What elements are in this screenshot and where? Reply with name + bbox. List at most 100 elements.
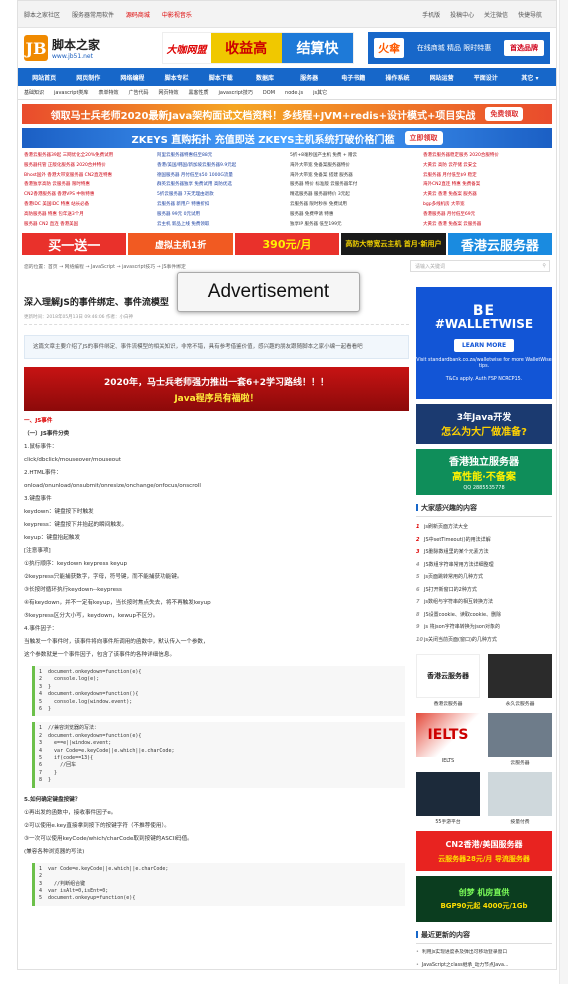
nav-item[interactable]: 网络编程 xyxy=(110,73,154,82)
sponsor-link[interactable]: bgp多线机房 大带宽 xyxy=(423,201,550,210)
ad-tile[interactable]: 买一送一 xyxy=(22,233,127,256)
sponsor-link[interactable]: 高防服务器 特惠 包年送3个月 xyxy=(24,211,151,220)
hot-list-item[interactable]: 5 js页面跳转常用的几种方式 xyxy=(416,571,552,584)
sidebar-ad-java[interactable]: 3年Java开发 怎么为大厂做准备? xyxy=(416,404,552,444)
thumb-item[interactable]: IELTS IELTS xyxy=(416,713,480,766)
sponsor-link[interactable]: 服务器 CN2 直连 香港美国 xyxy=(24,221,151,230)
submit-link[interactable]: 投稿中心 xyxy=(450,12,474,19)
subnav-item[interactable]: js其它 xyxy=(313,89,327,96)
top-link[interactable]: 服务器常用软件 xyxy=(72,12,114,19)
nav-item[interactable]: 数据库 xyxy=(243,73,287,82)
ad-button[interactable]: 免费领取 xyxy=(485,107,524,121)
hot-list-item[interactable]: 8 JS设置cookie、读取cookie、删除 xyxy=(416,609,552,622)
breadcrumb[interactable]: 您的位置：首页 → 网络编程 → JavaScript → javascript… xyxy=(24,263,186,270)
nav-item[interactable]: 服务器 xyxy=(287,73,331,82)
nav-item[interactable]: 操作系统 xyxy=(375,73,419,82)
subnav-item[interactable]: javascript技巧 xyxy=(219,89,253,96)
sponsor-link[interactable]: 服务器 99元 0元试用 xyxy=(157,211,284,220)
hot-list-link[interactable]: js页面跳转常用的几种方式 xyxy=(424,571,483,584)
quick-nav-link[interactable]: 快捷导航 xyxy=(518,12,542,19)
hot-list-link[interactable]: JS中setTimeout()的用法详解 xyxy=(424,534,491,547)
sponsor-link[interactable]: 香港云服务器39起 三网优化全20%免费试用 xyxy=(24,152,151,161)
sponsor-link[interactable]: Bhost国外 香港大带宽服务器 CN2直连特惠 xyxy=(24,172,151,181)
sidebar-ad-chuangmeng[interactable]: 创梦 机房直供 BGP90元起 4000元/1Gb xyxy=(416,876,552,922)
hot-list-link[interactable]: JS设置cookie、读取cookie、删除 xyxy=(424,609,501,622)
hot-list-link[interactable]: JS数组字符串常用方法详细整理 xyxy=(424,559,494,572)
sponsor-link[interactable]: 云服务器 新用户 特惠折扣 xyxy=(157,201,284,210)
header-ad-banner[interactable]: 大咖网盟 收益高 结算快 xyxy=(161,32,355,64)
site-logo[interactable]: JB 脚本之家 www.jb51.net xyxy=(24,35,162,61)
ad-button[interactable]: 首选品牌 xyxy=(504,40,544,56)
thumb-item[interactable]: 云服务器 xyxy=(488,713,552,766)
hot-list-link[interactable]: JS删除数组里的某个元素方法 xyxy=(424,546,489,559)
nav-item[interactable]: 平面设计 xyxy=(464,73,508,82)
ad-button[interactable]: 立即领取 xyxy=(404,131,443,145)
hot-list-item[interactable]: 6 JS打开新窗口的2种方式 xyxy=(416,584,552,597)
top-link[interactable]: 脚本之家社区 xyxy=(24,12,60,19)
sponsor-link[interactable]: 香港服务器 月付低至69元 xyxy=(423,211,550,220)
ad-tile[interactable]: 香港云服务器 xyxy=(447,233,553,256)
header-ad-banner-2[interactable]: 火傘 在线商城 精品 限时特惠 首选品牌 xyxy=(368,32,550,64)
sponsor-link[interactable]: 香港/美国/韩国/新加坡云服务器9.9元起 xyxy=(157,162,284,171)
nav-item[interactable]: 网站首页 xyxy=(22,73,66,82)
sponsor-link[interactable]: 服务器 特价 标准版 云服务器年付 xyxy=(290,181,417,190)
nav-item[interactable]: 脚本下载 xyxy=(199,73,243,82)
search-input[interactable]: 请输入关键词 ⚲ xyxy=(410,260,550,273)
thumb-item[interactable]: 香港云服务器 香港云服务器 xyxy=(416,654,480,707)
thumb-item[interactable]: 55手游平台 xyxy=(416,772,480,825)
sponsor-link[interactable]: 群英云服务器独享 免费试用 高防优选 xyxy=(157,181,284,190)
sponsor-link[interactable]: 云服务器 月付低至$9 稳定 xyxy=(423,172,550,181)
hot-list-link[interactable]: js关闭当前页面(窗口)的几种方式 xyxy=(424,634,497,647)
wide-ad-banner-2[interactable]: ZKEYS 直购拓扑 充值即送 ZKEYS主机系统打破价格门槛 立即领取 xyxy=(22,128,552,148)
nav-item[interactable]: 网页制作 xyxy=(66,73,110,82)
nav-item[interactable]: 网站运营 xyxy=(420,73,464,82)
sponsor-link[interactable]: 云服务器 限时秒杀 免费试用 xyxy=(290,201,417,210)
search-icon[interactable]: ⚲ xyxy=(542,263,546,269)
mobile-link[interactable]: 手机版 xyxy=(422,12,440,19)
subnav-item[interactable]: 广告代码 xyxy=(128,89,148,96)
ad-tile[interactable]: 虚拟主机1折 xyxy=(128,233,233,256)
recent-list-item[interactable]: JavaScript之class继承_动力节点Java... xyxy=(416,960,552,970)
sponsor-link[interactable]: CN2香港服务器 香港VPS 中秋特惠 xyxy=(24,191,151,200)
sponsor-link[interactable]: 服务器托管 正版化服务器 2020合并特价 xyxy=(24,162,151,171)
nav-item-more[interactable]: 其它 ▾ xyxy=(508,73,552,82)
ad-tile[interactable]: 390元/月 xyxy=(234,233,340,256)
sponsor-link[interactable]: 5折云服务器 7天无理由退款 xyxy=(157,191,284,200)
hot-list-item[interactable]: 3 JS删除数组里的某个元素方法 xyxy=(416,546,552,559)
nav-item[interactable]: 脚本专栏 xyxy=(155,73,199,82)
sponsor-link[interactable]: 海外CN2直连 特惠 免费备案 xyxy=(423,181,550,190)
sponsor-link[interactable]: 服务器 免费申请 特惠 xyxy=(290,211,417,220)
subnav-item[interactable]: 表单特效 xyxy=(98,89,118,96)
sponsor-link[interactable]: 大黄云 高防 云存储 云安全 xyxy=(423,162,550,171)
sponsor-link[interactable]: 德国服务器 月付低至$50 1000G流量 xyxy=(157,172,284,181)
subnav-item[interactable]: DOM xyxy=(263,90,275,96)
hot-list-link[interactable]: js刷新页面方法大全 xyxy=(424,521,468,534)
sponsor-link[interactable]: 香港独享高防 云服务器 限时特惠 xyxy=(24,181,151,190)
hot-list-link[interactable]: JS打开新窗口的2种方式 xyxy=(424,584,477,597)
thumb-item[interactable]: 永久云服务器 xyxy=(488,654,552,707)
subnav-item[interactable]: 网页特效 xyxy=(158,89,178,96)
page-scrollbar[interactable] xyxy=(559,0,568,984)
hot-list-link[interactable]: js数组与字符串的相互转换方法 xyxy=(424,596,493,609)
sponsor-link[interactable]: 海外大带宽 免备案 搭建 服务器 xyxy=(290,172,417,181)
sponsor-link[interactable]: 独享IP 服务器 低至199元 xyxy=(290,221,417,230)
sidebar-ad-wallet[interactable]: BE #WALLETWISE LEARN MORE Visit standard… xyxy=(416,287,552,399)
wechat-link[interactable]: 关注微信 xyxy=(484,12,508,19)
article-promo-banner[interactable]: 2020年，马士兵老师强力推出一套6+2学习路线！！！ Java程序员有福啦！ xyxy=(24,367,409,411)
subnav-item[interactable]: javascript类库 xyxy=(54,89,88,96)
sponsor-link[interactable]: 云主机 新品上线 免费领取 xyxy=(157,221,284,230)
ad-tile[interactable]: 高防大带宽云主机 首月·新用户 xyxy=(341,233,446,256)
hot-list-item[interactable]: 9 js 将json字符串转换为json对象的 xyxy=(416,621,552,634)
subnav-item[interactable]: 黑客性质 xyxy=(188,89,208,96)
sponsor-link[interactable]: 香港云服务器稳定服务 2020合服特价 xyxy=(423,152,550,161)
hot-list-link[interactable]: js 将json字符串转换为json对象的 xyxy=(424,621,500,634)
subnav-item[interactable]: 基础知识 xyxy=(24,89,44,96)
nav-item[interactable]: 电子书籍 xyxy=(331,73,375,82)
sponsor-link[interactable]: 阿里云服务器特惠低至88元 xyxy=(157,152,284,161)
sponsor-link[interactable]: 5折+8毫秒国产主机 免费 + 赠云 xyxy=(290,152,417,161)
hot-list-item[interactable]: 4 JS数组字符串常用方法详细整理 xyxy=(416,559,552,572)
sponsor-link[interactable]: 香港IDC 美国IDC 特惠 站长必备 xyxy=(24,201,151,210)
sponsor-link[interactable]: 大黄云 香港 免备案 服务器 xyxy=(423,191,550,200)
sidebar-ad-hk-server[interactable]: 香港独立服务器 高性能·不备案 QQ 2885535778 xyxy=(416,449,552,495)
hot-list-item[interactable]: 10 js关闭当前页面(窗口)的几种方式 xyxy=(416,634,552,647)
